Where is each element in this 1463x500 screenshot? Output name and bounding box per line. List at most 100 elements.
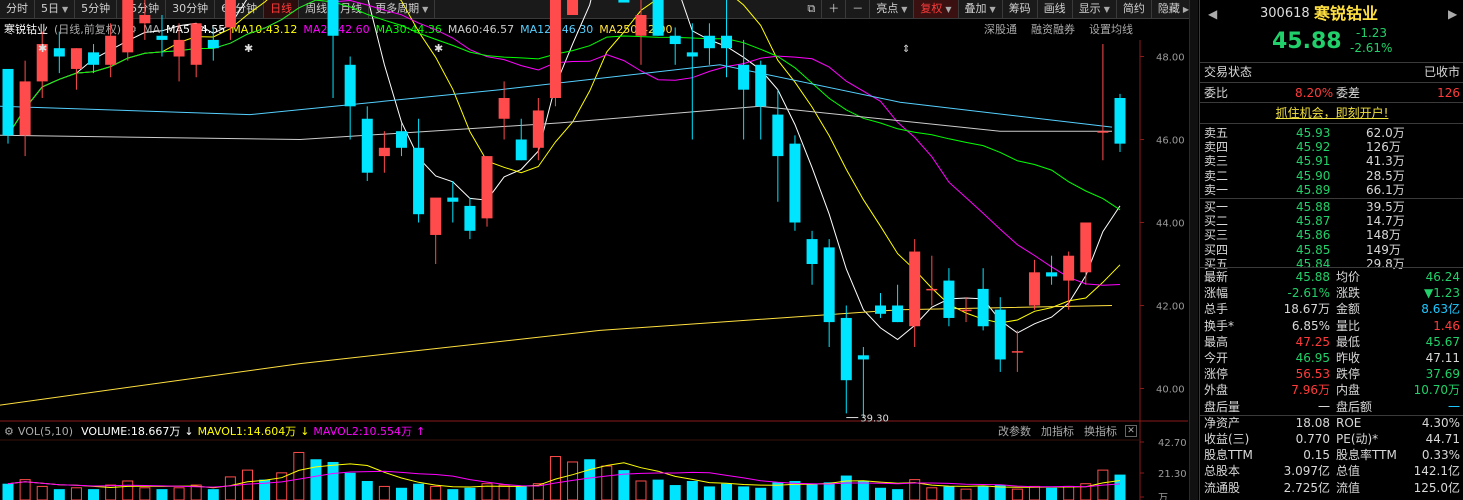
prev-stock-icon[interactable]: ◀ bbox=[1208, 4, 1217, 24]
candle bbox=[88, 44, 100, 74]
candle-body bbox=[755, 64, 767, 107]
buy-level-label: 买四 bbox=[1204, 242, 1229, 257]
stat-label: 换手* bbox=[1204, 318, 1235, 333]
weicha-value: 126 bbox=[1437, 86, 1460, 100]
stat-row: 盘后量 一 盘后额 一 bbox=[1200, 400, 1463, 414]
sell-row[interactable]: 卖三 45.91 41.3万 bbox=[1200, 154, 1463, 168]
open-account-banner[interactable]: 抓住机会，即刻开户! bbox=[1200, 106, 1463, 120]
vertical-scrollbar[interactable] bbox=[1189, 0, 1198, 500]
stat-label: 盘后额 bbox=[1336, 399, 1373, 414]
stat-value: 45.88 bbox=[1295, 270, 1330, 284]
stat-label: 今开 bbox=[1204, 351, 1229, 365]
stat-label: 最低 bbox=[1336, 334, 1361, 349]
candle bbox=[53, 31, 65, 74]
price-axis: 54.0052.0050.0048.0046.0044.0042.0040.00 bbox=[1140, 53, 1185, 396]
add-indicator-link[interactable]: 加指标 bbox=[1041, 423, 1074, 439]
stock-name: 寒锐钴业 bbox=[1314, 4, 1379, 23]
candle-body bbox=[840, 317, 852, 381]
volume-bars bbox=[2, 451, 1126, 500]
stat-row: 最高 47.25 最低 45.67 bbox=[1200, 335, 1463, 349]
candle-body bbox=[1063, 255, 1075, 281]
ma250-line bbox=[0, 305, 1113, 406]
candle bbox=[669, 27, 681, 65]
buy-row[interactable]: 买四 45.85 149万 bbox=[1200, 243, 1463, 257]
sell-row[interactable]: 卖五 45.93 62.0万 bbox=[1200, 126, 1463, 140]
stat-row: 今开 46.95 昨收 47.11 bbox=[1200, 351, 1463, 365]
candle bbox=[686, 23, 698, 140]
candle-body bbox=[823, 247, 835, 323]
candle-body bbox=[515, 139, 527, 161]
candle-body bbox=[1097, 131, 1109, 133]
switch-indicator-link[interactable]: 换指标 bbox=[1084, 423, 1117, 439]
candle bbox=[378, 131, 390, 173]
volume-bar bbox=[652, 479, 664, 500]
stat-label: 最高 bbox=[1204, 334, 1229, 349]
stat-label: PE(动)* bbox=[1336, 432, 1379, 446]
candle-body bbox=[532, 110, 544, 148]
volume-bar bbox=[293, 451, 305, 500]
sell-price: 45.93 bbox=[1296, 126, 1331, 140]
sell-price: 45.89 bbox=[1296, 182, 1331, 197]
candle bbox=[207, 27, 219, 61]
stat-row: 涨幅 -2.61% 涨跌 ▼1.23 bbox=[1200, 286, 1463, 300]
price-tick-label: 42.00 bbox=[1156, 302, 1185, 313]
volume-bar bbox=[242, 469, 254, 500]
stat-value: 0.770 bbox=[1295, 432, 1330, 446]
candle bbox=[1028, 259, 1040, 310]
candle bbox=[105, 23, 117, 78]
buy-volume: 14.7万 bbox=[1366, 214, 1405, 229]
volume-bar bbox=[344, 472, 356, 500]
weibi-label: 委比 bbox=[1204, 86, 1229, 100]
edit-params-link[interactable]: 改参数 bbox=[998, 423, 1031, 439]
candle-body bbox=[105, 35, 117, 65]
volume-tick-label: 21.30 bbox=[1158, 469, 1187, 480]
buy-level-label: 买五 bbox=[1204, 256, 1229, 271]
candle bbox=[344, 56, 356, 140]
sell-row[interactable]: 卖二 45.90 28.5万 bbox=[1200, 169, 1463, 183]
close-icon[interactable]: ✕ bbox=[1125, 425, 1137, 437]
stat-label: 涨跌 bbox=[1336, 286, 1361, 301]
stat-label: 盘后量 bbox=[1204, 399, 1241, 414]
buy-price: 45.86 bbox=[1296, 228, 1331, 243]
candle bbox=[413, 118, 425, 223]
candle-body bbox=[139, 15, 151, 24]
volume-bar bbox=[977, 486, 989, 500]
candle-body bbox=[567, 0, 579, 15]
volume-bar bbox=[669, 485, 681, 500]
volume-bar bbox=[70, 487, 82, 500]
mavol1-value: MAVOL1:14.604万 bbox=[197, 425, 297, 438]
volume-bar bbox=[156, 489, 168, 500]
open-account-link[interactable]: 抓住机会，即刻开户! bbox=[1200, 106, 1463, 120]
candle-body bbox=[378, 147, 390, 157]
trade-status-label: 交易状态 bbox=[1204, 65, 1253, 79]
candle-body bbox=[1011, 351, 1023, 353]
candle-body bbox=[122, 0, 134, 53]
sell-row[interactable]: 卖四 45.92 126万 bbox=[1200, 140, 1463, 154]
stat-label: 流通股 bbox=[1204, 480, 1241, 495]
volume-settings-icon[interactable]: ⚙ bbox=[4, 425, 14, 438]
candle-body bbox=[481, 156, 493, 219]
sell-level-label: 卖五 bbox=[1204, 126, 1229, 140]
buy-volume: 148万 bbox=[1366, 228, 1401, 243]
buy-row[interactable]: 买三 45.86 148万 bbox=[1200, 228, 1463, 242]
candle bbox=[395, 122, 407, 157]
volume-bar bbox=[88, 489, 100, 500]
candle-body bbox=[1046, 272, 1058, 277]
buy-row[interactable]: 买五 45.84 29.8万 bbox=[1200, 257, 1463, 271]
stat-label: 流值 bbox=[1336, 480, 1361, 495]
stat-value: 4.30% bbox=[1421, 415, 1460, 430]
sell-row[interactable]: 卖一 45.89 66.1万 bbox=[1200, 183, 1463, 197]
candle-body bbox=[224, 0, 236, 28]
volume-bar bbox=[1046, 487, 1058, 500]
volume-bar bbox=[276, 472, 288, 500]
candle-body bbox=[652, 0, 664, 36]
stat-value: 3.097亿 bbox=[1283, 464, 1330, 479]
sell-volume: 41.3万 bbox=[1366, 154, 1405, 169]
buy-row[interactable]: 买二 45.87 14.7万 bbox=[1200, 214, 1463, 228]
candle-body bbox=[395, 131, 407, 148]
separator bbox=[1200, 123, 1463, 124]
next-stock-icon[interactable]: ▶ bbox=[1448, 4, 1457, 24]
volume-bar bbox=[584, 459, 596, 500]
volume-bar bbox=[413, 483, 425, 500]
buy-row[interactable]: 买一 45.88 39.5万 bbox=[1200, 200, 1463, 214]
